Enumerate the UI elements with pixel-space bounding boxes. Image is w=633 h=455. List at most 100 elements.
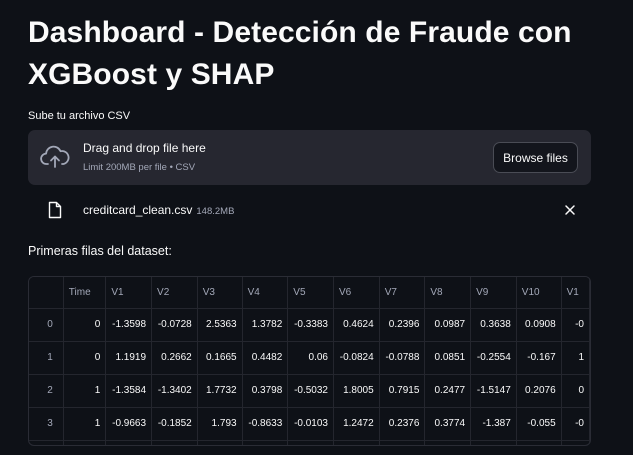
table-cell[interactable]: -0.2554 xyxy=(470,341,517,375)
table-cell[interactable]: -0.0103 xyxy=(287,407,334,441)
table-cell[interactable]: 1 xyxy=(561,341,590,375)
column-header[interactable]: V1 xyxy=(561,277,590,309)
table-row: 3 1 -0.9663 -0.1852 1.793 -0.8633 -0.0103 1.247… xyxy=(29,407,590,441)
table-cell[interactable]: 0.3638 xyxy=(470,308,517,342)
row-index[interactable]: 2 xyxy=(29,374,64,408)
table-cell[interactable]: -0.3383 xyxy=(287,308,334,342)
table-cell[interactable]: 0.5929 xyxy=(379,440,426,445)
column-header[interactable]: V6 xyxy=(333,277,380,309)
table-cell[interactable]: 0.2396 xyxy=(379,308,426,342)
file-dropzone[interactable]: Drag and drop file here Limit 200MB per … xyxy=(28,130,591,185)
table-cell[interactable]: -1.3584 xyxy=(105,374,153,408)
table-row: 42-1.15820.87771.54870.403-0.40720.09590… xyxy=(29,440,590,445)
uploaded-file-item: creditcard_clean.csv 148.2MB xyxy=(28,196,591,224)
table-cell[interactable]: -0.1852 xyxy=(151,407,198,441)
table-cell[interactable]: -0.0824 xyxy=(333,341,380,375)
row-index[interactable]: 4 xyxy=(29,440,64,445)
dropzone-limit-text: Limit 200MB per file • CSV xyxy=(83,162,196,173)
table-cell[interactable]: -1.5147 xyxy=(470,374,517,408)
table-cell[interactable]: 0.2662 xyxy=(151,341,198,375)
table-cell[interactable]: 0.3798 xyxy=(242,374,289,408)
table-cell[interactable]: 1.7732 xyxy=(197,374,243,408)
table-header-row: Time V1 V2 V3 V4 V5 V6 V7 V8 V9 V10 V1 xyxy=(29,277,590,309)
table-cell[interactable]: 1.8005 xyxy=(333,374,380,408)
page-title: Dashboard - Detección de Fraude con XGBo… xyxy=(28,16,572,91)
row-index[interactable]: 1 xyxy=(29,341,64,375)
table-cell[interactable]: 0.06 xyxy=(287,341,334,375)
table-cell[interactable]: 0.3774 xyxy=(424,407,472,441)
table-cell[interactable]: -0.4072 xyxy=(287,440,334,445)
table-cell[interactable]: 2.5363 xyxy=(197,308,243,342)
column-header[interactable]: V3 xyxy=(197,277,243,309)
column-header[interactable] xyxy=(29,277,64,309)
table-cell[interactable]: 2 xyxy=(63,440,107,445)
row-index[interactable]: 3 xyxy=(29,407,64,441)
table-cell[interactable]: 0.0987 xyxy=(424,308,472,342)
table-cell[interactable]: 0 xyxy=(63,308,107,342)
file-size: 148.2MB xyxy=(196,206,235,217)
dataset-preview-label: Primeras filas del dataset: xyxy=(28,244,172,258)
data-grid: Time V1 V2 V3 V4 V5 V6 V7 V8 V9 V10 V1 0 0 -1.3598 -0.… xyxy=(29,277,590,445)
table-cell[interactable]: 0.4624 xyxy=(333,308,380,342)
table-cell[interactable]: 1 xyxy=(63,374,107,408)
table-cell[interactable]: -0 xyxy=(561,407,590,441)
table-cell[interactable]: -0.055 xyxy=(516,407,562,441)
table-cell[interactable]: 0.403 xyxy=(242,440,289,445)
table-cell[interactable]: 0 xyxy=(63,341,107,375)
file-name-text: creditcard_clean.csv xyxy=(83,203,193,217)
dataframe-table[interactable]: Time V1 V2 V3 V4 V5 V6 V7 V8 V9 V10 V1 0 0 -1.3598 -0.… xyxy=(28,276,591,446)
table-cell[interactable]: 1.1919 xyxy=(105,341,153,375)
uploader-label: Sube tu archivo CSV xyxy=(28,110,131,122)
table-cell[interactable]: 0 xyxy=(561,374,590,408)
table-cell[interactable]: 1 xyxy=(63,407,107,441)
close-icon[interactable] xyxy=(564,204,576,216)
table-cell[interactable]: 0.7915 xyxy=(379,374,426,408)
table-cell[interactable]: -0.0728 xyxy=(151,308,198,342)
uploaded-file-name: creditcard_clean.csv 148.2MB xyxy=(83,203,234,217)
row-index[interactable]: 0 xyxy=(29,308,64,342)
dropzone-title: Drag and drop file here xyxy=(83,141,206,155)
table-cell[interactable]: -1.3598 xyxy=(105,308,153,342)
table-cell[interactable]: 0.0959 xyxy=(333,440,380,445)
column-header[interactable]: V9 xyxy=(470,277,517,309)
table-cell[interactable]: 0.2477 xyxy=(424,374,472,408)
column-header[interactable]: V10 xyxy=(516,277,562,309)
table-cell[interactable]: 0.4482 xyxy=(242,341,289,375)
app-page: Dashboard - Detección de Fraude con XGBo… xyxy=(0,0,633,455)
table-cell[interactable]: 0.0851 xyxy=(424,341,472,375)
table-cell[interactable]: 0.0908 xyxy=(516,308,562,342)
table-cell[interactable]: -0.2705 xyxy=(424,440,472,445)
table-cell[interactable]: 0.1665 xyxy=(197,341,243,375)
table-cell[interactable]: 1.3782 xyxy=(242,308,289,342)
table-cell[interactable]: 0.8777 xyxy=(151,440,198,445)
table-cell[interactable]: 0.2076 xyxy=(516,374,562,408)
table-cell[interactable]: -0.0788 xyxy=(379,341,426,375)
column-header[interactable]: V4 xyxy=(242,277,289,309)
table-cell[interactable]: -1.3402 xyxy=(151,374,198,408)
table-cell[interactable]: -1.387 xyxy=(470,407,517,441)
column-header[interactable]: V8 xyxy=(424,277,472,309)
table-cell[interactable]: -0 xyxy=(561,308,590,342)
table-cell[interactable]: 1.5487 xyxy=(197,440,243,445)
browse-files-button[interactable]: Browse files xyxy=(493,142,578,173)
table-cell[interactable]: 0.7531 xyxy=(516,440,562,445)
table-cell[interactable]: 0.8177 xyxy=(470,440,517,445)
column-header[interactable]: V7 xyxy=(379,277,426,309)
table-cell[interactable]: 0.2376 xyxy=(379,407,426,441)
column-header[interactable]: V1 xyxy=(105,277,153,309)
table-cell[interactable]: -0.9663 xyxy=(105,407,153,441)
table-row: 2 1 -1.3584 -1.3402 1.7732 0.3798 -0.5032 1.800… xyxy=(29,374,590,408)
column-header[interactable]: Time xyxy=(63,277,107,309)
table-cell[interactable]: -1.1582 xyxy=(105,440,153,445)
cloud-upload-icon xyxy=(40,145,70,168)
table-row: 1 0 1.1919 0.2662 0.1665 0.4482 0.06 -0.0824 -0.… xyxy=(29,341,590,375)
table-cell[interactable]: 1.2472 xyxy=(333,407,380,441)
column-header[interactable]: V2 xyxy=(151,277,198,309)
table-cell[interactable]: -0.8633 xyxy=(242,407,289,441)
table-cell[interactable]: -0.167 xyxy=(516,341,562,375)
table-cell[interactable]: -0.5032 xyxy=(287,374,334,408)
table-row: 0 0 -1.3598 -0.0728 2.5363 1.3782 -0.3383 0.462… xyxy=(29,308,590,342)
column-header[interactable]: V5 xyxy=(287,277,334,309)
table-cell[interactable]: -0 xyxy=(561,440,590,445)
table-cell[interactable]: 1.793 xyxy=(197,407,243,441)
